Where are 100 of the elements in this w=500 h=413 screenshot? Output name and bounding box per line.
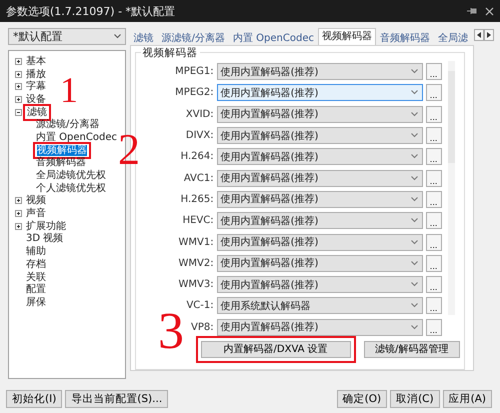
more-button[interactable]: ... (426, 276, 442, 294)
plus-box-icon[interactable] (15, 222, 22, 230)
close-icon[interactable] (485, 6, 494, 16)
codec-label: WMV2: (178, 258, 214, 269)
decoder-dropdown[interactable]: 使用内置解码器(推荐) (216, 63, 423, 80)
decoder-dropdown[interactable]: 使用内置解码器(推荐) (216, 212, 423, 230)
tree-item[interactable]: 屏保 (25, 296, 47, 308)
tree-item[interactable]: 扩展功能 (25, 220, 67, 232)
chevron-down-icon (410, 324, 418, 330)
plus-box-icon[interactable] (15, 197, 22, 204)
chevron-down-icon (410, 240, 418, 245)
more-button[interactable]: ... (426, 63, 442, 80)
chevron-down-icon (410, 282, 418, 288)
codec-label: VP8: (190, 322, 214, 333)
more-button[interactable]: ... (426, 170, 442, 187)
chevron-down-icon (410, 260, 418, 266)
tree-item[interactable]: 基本 (25, 56, 47, 67)
more-button[interactable]: ... (426, 106, 442, 123)
codec-label: HEVC: (182, 215, 214, 226)
footer-button[interactable]: 初始化(I) (6, 390, 62, 408)
tree-item[interactable]: 存档 (25, 258, 47, 270)
decoder-dropdown[interactable]: 使用内置解码器(推荐) (216, 170, 423, 187)
tab[interactable]: 视频解码器 (318, 28, 376, 45)
tree-item[interactable]: 播放 (25, 68, 47, 80)
chevron-down-icon (410, 154, 418, 160)
plus-box-icon[interactable] (15, 70, 22, 78)
decoder-dropdown[interactable]: 使用系统默认解码器 (216, 297, 423, 314)
codec-label: WMV1: (178, 236, 214, 248)
codec-label: AVC1: (182, 172, 214, 184)
decoder-dropdown[interactable]: 使用内置解码器(推荐) (216, 276, 423, 294)
decoder-dropdown[interactable]: 使用内置解码器(推荐) (216, 318, 423, 336)
tree-item[interactable]: 设备 (25, 94, 47, 105)
tree-item[interactable]: 声音 (25, 208, 47, 220)
tree-item[interactable]: 音频解码器 (35, 157, 87, 168)
tree-item[interactable]: 字幕 (25, 81, 47, 92)
tree-item[interactable]: 配置 (25, 284, 47, 296)
chevron-down-icon (410, 112, 418, 117)
tab[interactable]: 内置 OpenCodec (229, 30, 318, 45)
decoder-dropdown[interactable]: 使用内置解码器(推荐) (216, 234, 423, 251)
footer-button[interactable]: 导出当前配置(S)... (65, 390, 168, 408)
tab[interactable]: 滤镜 (130, 30, 158, 45)
tab[interactable]: 源滤镜/分离器 (158, 30, 229, 45)
minus-box-icon[interactable] (15, 108, 22, 116)
codec-label: MPEG2: (174, 87, 214, 98)
chevron-down-icon (410, 69, 418, 74)
codec-label: XVID: (184, 108, 214, 120)
codec-label: MPEG1: (174, 66, 214, 78)
decoder-dropdown[interactable]: 使用内置解码器(推荐) (216, 84, 423, 102)
tree-item[interactable]: 全局滤镜优先权 (35, 170, 107, 182)
chevron-down-icon (410, 196, 418, 202)
right-arrow-icon[interactable] (484, 29, 494, 41)
more-button[interactable]: ... (426, 297, 442, 314)
decoder-dropdown[interactable]: 使用内置解码器(推荐) (216, 254, 423, 272)
more-button[interactable]: ... (426, 127, 442, 144)
tab[interactable]: 音频解码器 (376, 30, 434, 45)
more-button[interactable]: ... (426, 148, 442, 166)
profile-dropdown[interactable]: *默认配置 (8, 28, 126, 45)
chevron-down-icon (410, 133, 418, 138)
footer-button[interactable]: 应用(A) (442, 390, 492, 408)
more-button[interactable]: ... (426, 234, 442, 251)
codec-label: DIVX: (184, 130, 214, 142)
codec-label: H.264: (180, 151, 214, 162)
footer-button[interactable]: 取消(C) (390, 390, 440, 408)
codec-label: VC-1: (185, 300, 214, 312)
settings-button[interactable]: 滤镜/解码器管理 (364, 340, 460, 358)
tree-item[interactable]: 辅助 (25, 246, 47, 258)
footer-button[interactable]: 确定(O) (336, 390, 388, 408)
annotation-number: 3 (158, 306, 184, 358)
decoder-dropdown[interactable]: 使用内置解码器(推荐) (216, 190, 423, 208)
more-button[interactable]: ... (426, 212, 442, 230)
tree-item[interactable]: 3D 视频 (25, 233, 64, 244)
settings-button[interactable]: 内置解码器/DXVA 设置 (200, 340, 351, 358)
group-title: 视频解码器 (140, 46, 200, 60)
tree-item[interactable]: 内置 OpenCodec (35, 132, 118, 143)
left-arrow-icon[interactable] (474, 29, 484, 41)
pin-icon[interactable] (467, 7, 477, 15)
chevron-down-icon (410, 176, 418, 181)
tree-item[interactable]: 个人滤镜优先权 (35, 182, 107, 194)
plus-box-icon[interactable] (15, 83, 22, 90)
more-button[interactable]: ... (426, 84, 442, 102)
plus-box-icon[interactable] (15, 210, 22, 218)
more-button[interactable]: ... (426, 254, 442, 272)
plus-box-icon[interactable] (15, 96, 22, 103)
tab[interactable]: 全局滤 (434, 30, 472, 45)
decoder-dropdown[interactable]: 使用内置解码器(推荐) (216, 127, 423, 144)
plus-box-icon[interactable] (15, 58, 22, 65)
decoder-dropdown[interactable]: 使用内置解码器(推荐) (216, 148, 423, 166)
more-button[interactable]: ... (426, 318, 442, 336)
codec-label: H.265: (180, 194, 214, 205)
chevron-down-icon (410, 303, 418, 308)
decoder-dropdown[interactable]: 使用内置解码器(推荐) (216, 106, 423, 123)
tree-item[interactable]: 关联 (25, 272, 47, 283)
chevron-down-icon (410, 218, 418, 224)
codec-label: WMV3: (178, 279, 214, 290)
annotation-number: 2 (118, 128, 140, 172)
scrollbar[interactable] (448, 61, 455, 315)
tree-item[interactable]: 源滤镜/分离器 (35, 119, 100, 130)
window-title: 参数选项(1.7.21097) - *默认配置 (6, 4, 176, 18)
tree-item[interactable]: 视频 (25, 195, 47, 206)
more-button[interactable]: ... (426, 190, 442, 208)
